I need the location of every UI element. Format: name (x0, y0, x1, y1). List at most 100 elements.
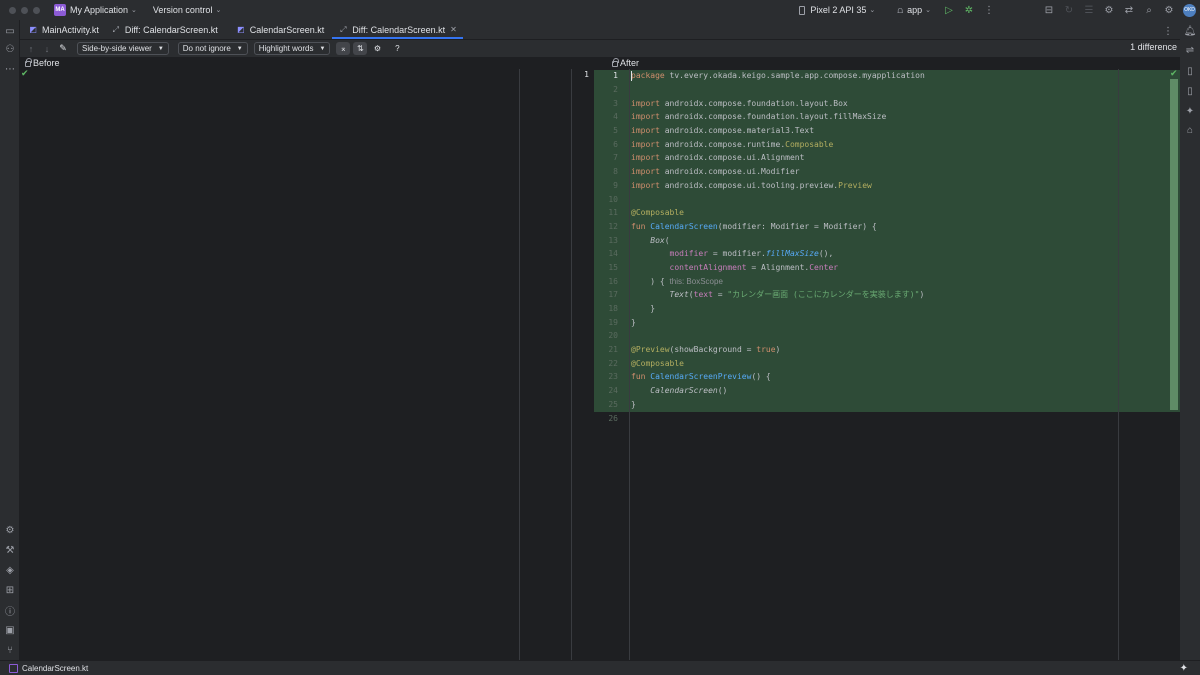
next-difference-icon[interactable]: ↓ (39, 41, 55, 57)
before-editor[interactable] (20, 69, 571, 660)
terminal-icon[interactable]: ▣ (0, 621, 20, 639)
collapse-unchanged-icon[interactable]: ⌅ (336, 42, 351, 55)
line-number: 10 (608, 194, 618, 204)
code-token: androidx.compose.ui.tooling.preview. (659, 180, 839, 190)
line-number: 3 (613, 98, 618, 108)
problems-icon[interactable]: ⓘ (0, 601, 20, 619)
after-label: After (620, 58, 640, 68)
version-control-menu[interactable]: Version control (153, 5, 213, 15)
run-config-name: app (907, 5, 923, 15)
editor-tabs: ◩ MainActivity.kt ⤢ Diff: CalendarScreen… (20, 20, 1180, 40)
help-icon[interactable]: ? (390, 42, 404, 55)
more-tools-icon[interactable]: ⋯ (0, 60, 20, 78)
code-line: 20 (594, 329, 1180, 343)
chevron-down-icon[interactable]: ⌄ (131, 6, 137, 14)
before-line-number: 1 (584, 70, 589, 79)
code-line: 16 ) { this: BoxScope (594, 274, 1180, 288)
tab-diff-calendar-screen-active[interactable]: ⤢ Diff: CalendarScreen.kt ✕ (332, 20, 463, 39)
viewer-mode-dropdown[interactable]: Side-by-side viewer ▼ (77, 42, 169, 55)
project-folder-icon[interactable]: ▭ (0, 22, 20, 40)
line-number: 25 (608, 399, 618, 409)
before-label: Before (33, 58, 60, 68)
close-icon[interactable]: ✕ (450, 25, 457, 34)
code-line: 4 import androidx.compose.foundation.layo… (594, 110, 1180, 124)
highlight-mode-dropdown[interactable]: Highlight words ▼ (253, 42, 331, 55)
line-number: 22 (608, 358, 618, 368)
line-number: 12 (608, 221, 618, 231)
close-window-button[interactable] (9, 6, 16, 14)
notifications-icon[interactable]: 🔔︎ (1180, 22, 1200, 40)
before-pane-header: Before (25, 57, 60, 69)
settings-gear-icon[interactable]: ⚙ (370, 42, 384, 55)
ai-assistant-icon[interactable]: ✦ (1180, 663, 1188, 674)
settings-icon[interactable]: ⚙ (1159, 0, 1179, 20)
code-token: import (631, 153, 660, 163)
device-explorer-icon[interactable]: ▯ (1180, 62, 1200, 80)
code-token: showBackground (674, 345, 742, 355)
search-icon[interactable]: ⌕ (1139, 0, 1159, 20)
chevron-down-icon: ⌄ (869, 7, 876, 14)
edit-source-icon[interactable]: ✎ (55, 41, 71, 57)
sync-gradle-icon[interactable]: ⇄ (1119, 0, 1139, 20)
more-icon[interactable]: ⋮ (979, 0, 999, 20)
avatar[interactable]: OKD (1183, 3, 1196, 17)
code-line: 13 Box( (594, 233, 1180, 247)
run-config-selector[interactable]: ⩍ app ⌄ (897, 5, 931, 16)
app-quality-icon[interactable]: ◈ (0, 561, 20, 579)
lock-icon (612, 58, 619, 67)
status-breadcrumb-file[interactable]: CalendarScreen.kt (22, 664, 88, 673)
tab-main-activity[interactable]: ◩ MainActivity.kt (22, 20, 105, 39)
window-controls[interactable] (9, 6, 40, 14)
after-code[interactable]: 1 package tv.every.okada.keigo.sample.app… (594, 69, 1180, 425)
tab-diff-calendar-screen[interactable]: ⤢ Diff: CalendarScreen.kt (105, 20, 224, 39)
sdk-manager-icon[interactable]: ⚙ (1099, 0, 1119, 20)
status-bar: CalendarScreen.kt ✦ (0, 660, 1200, 675)
android-icon: ⩍ (897, 4, 904, 15)
no-problems-check-icon: ✔ (21, 68, 29, 78)
ignore-whitespace-dropdown[interactable]: Do not ignore ▼ (177, 42, 248, 55)
chevron-down-icon[interactable]: ⌄ (215, 6, 221, 14)
project-badge[interactable]: MA (54, 4, 66, 16)
code-line: 21 @Preview(showBackground = true) (594, 343, 1180, 357)
structure-icon[interactable]: ⚇ (0, 40, 20, 58)
logcat-icon[interactable]: ⊞ (0, 581, 20, 599)
code-token: CalendarScreen (650, 386, 718, 396)
code-line: 17 Text(text = "カレンダー画面 (ここにカレンダーを実装します)… (594, 288, 1180, 302)
git-icon[interactable]: ⑂ (0, 641, 20, 659)
device-selector[interactable]: Pixel 2 API 35 ⌄ (799, 5, 875, 15)
debug-icon[interactable]: ✲ (959, 0, 979, 20)
apply-changes-icon[interactable]: ↻ (1059, 0, 1079, 20)
emulator-icon[interactable]: ⌂ (1180, 121, 1200, 139)
line-number: 4 (613, 112, 618, 122)
title-bar: MA My Application ⌄ Version control ⌄ Pi… (0, 0, 1200, 20)
tab-options-icon[interactable]: ⋮ (1158, 21, 1178, 41)
running-devices-icon[interactable]: ▯ (1180, 82, 1200, 100)
gradle-icon[interactable]: ⇌ (1180, 41, 1200, 59)
tab-calendar-screen[interactable]: ◩ CalendarScreen.kt (230, 20, 331, 39)
code-token: fun (631, 221, 646, 231)
after-pane-header: After (612, 57, 639, 69)
app-inspection-icon[interactable]: ⚙ (0, 521, 20, 539)
minimize-window-button[interactable] (21, 6, 28, 14)
device-manager-icon[interactable]: ⊟ (1039, 0, 1059, 20)
project-name[interactable]: My Application (70, 5, 128, 15)
layout-icon[interactable]: ☰ (1079, 0, 1099, 20)
zoom-window-button[interactable] (33, 6, 40, 14)
build-icon[interactable]: ⚒ (0, 541, 20, 559)
run-icon[interactable]: ▷ (939, 0, 959, 20)
previous-difference-icon[interactable]: ↑ (23, 41, 39, 57)
line-number: 11 (608, 208, 618, 218)
code-token: true (756, 345, 776, 355)
code-token: androidx.compose.runtime. (659, 139, 786, 149)
triangle-down-icon: ▼ (236, 45, 243, 52)
code-line: 2 (594, 83, 1180, 97)
gemini-icon[interactable]: ✦ (1180, 102, 1200, 120)
code-line: 15 contentAlignment = Alignment.Center (594, 261, 1180, 275)
sync-scroll-icon[interactable]: ⇅ (353, 42, 368, 55)
line-number: 26 (608, 413, 618, 423)
code-token: Box (650, 235, 665, 245)
code-line: 5 import androidx.compose.material3.Text (594, 124, 1180, 138)
code-token: @Composable (631, 358, 684, 368)
